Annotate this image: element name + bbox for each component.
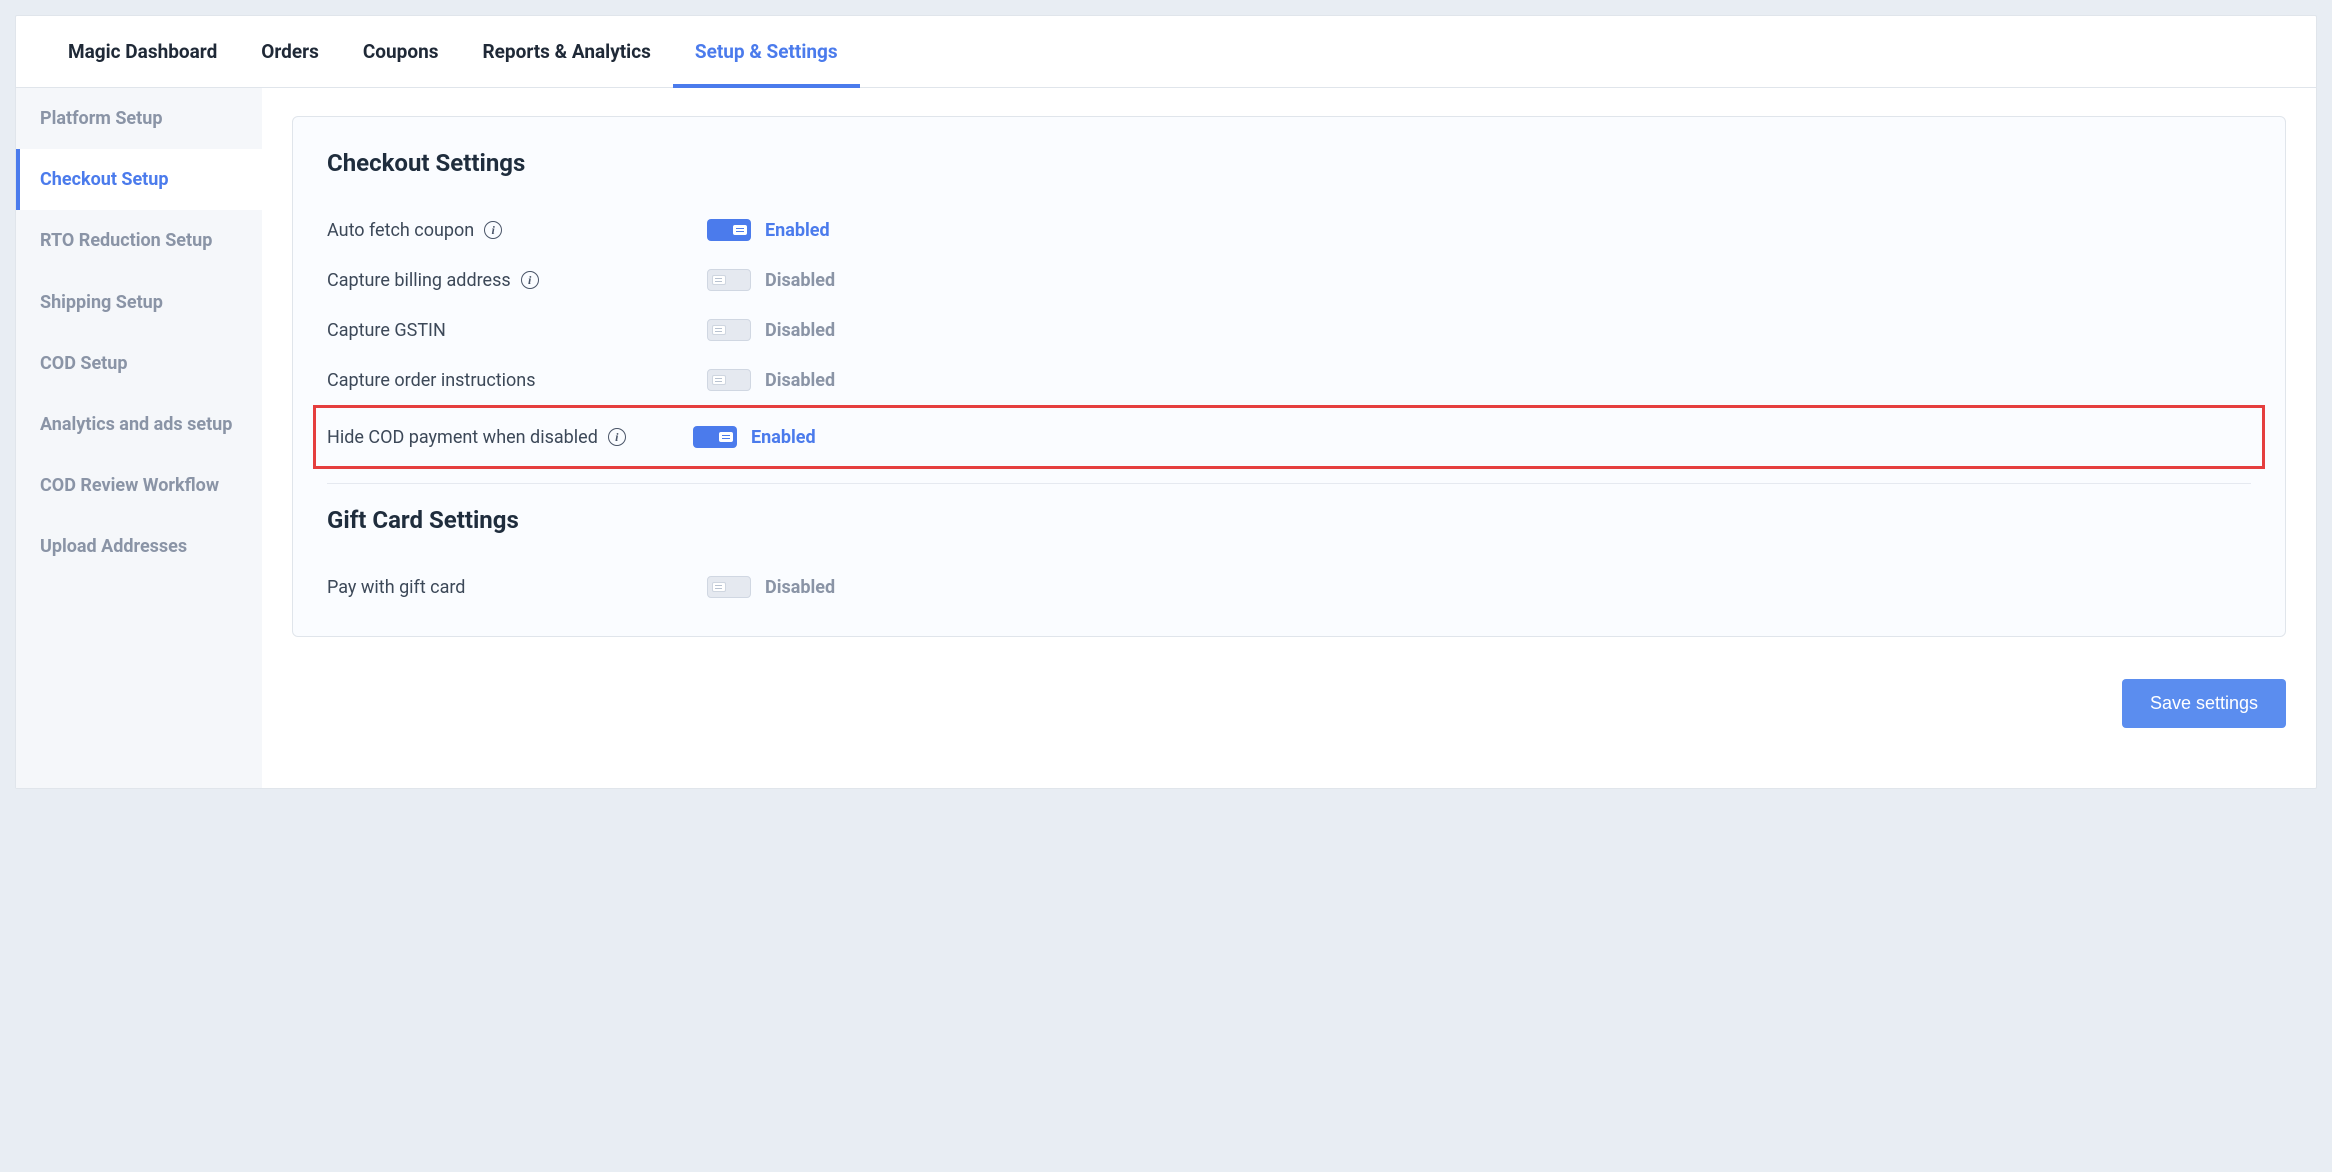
row-hide-cod: Hide COD payment when disabled i Enabled [327, 412, 2251, 462]
info-icon[interactable]: i [608, 428, 626, 446]
sidebar-item-cod-setup[interactable]: COD Setup [16, 333, 262, 394]
row-capture-billing: Capture billing address i Disabled [327, 255, 2251, 305]
checkout-settings-title: Checkout Settings [327, 149, 2251, 177]
sidebar-item-rto-reduction[interactable]: RTO Reduction Setup [16, 210, 262, 271]
top-tabs: Magic Dashboard Orders Coupons Reports &… [16, 16, 2316, 88]
label-capture-billing: Capture billing address [327, 270, 511, 291]
sidebar-item-checkout-setup[interactable]: Checkout Setup [16, 149, 262, 210]
save-settings-button[interactable]: Save settings [2122, 679, 2286, 728]
gift-card-settings-title: Gift Card Settings [327, 506, 2251, 534]
status-capture-gstin: Disabled [765, 320, 835, 341]
toggle-pay-with-gift-card[interactable] [707, 576, 751, 598]
label-capture-instructions: Capture order instructions [327, 370, 536, 391]
toggle-capture-gstin[interactable] [707, 319, 751, 341]
status-capture-billing: Disabled [765, 270, 835, 291]
sidebar-item-upload-addresses[interactable]: Upload Addresses [16, 516, 262, 577]
label-pay-with-gift-card: Pay with gift card [327, 577, 465, 598]
tab-coupons[interactable]: Coupons [341, 16, 461, 87]
status-capture-instructions: Disabled [765, 370, 835, 391]
sidebar: Platform Setup Checkout Setup RTO Reduct… [16, 88, 262, 788]
body-wrapper: Platform Setup Checkout Setup RTO Reduct… [16, 88, 2316, 788]
settings-card: Checkout Settings Auto fetch coupon i En… [292, 116, 2286, 637]
label-hide-cod: Hide COD payment when disabled [327, 427, 598, 448]
label-auto-fetch-coupon: Auto fetch coupon [327, 220, 474, 241]
section-divider [327, 483, 2251, 484]
footer-actions: Save settings [292, 679, 2286, 728]
tab-orders[interactable]: Orders [239, 16, 341, 87]
sidebar-item-cod-review-workflow[interactable]: COD Review Workflow [16, 455, 262, 516]
sidebar-item-shipping-setup[interactable]: Shipping Setup [16, 272, 262, 333]
tab-magic-dashboard[interactable]: Magic Dashboard [46, 16, 239, 87]
highlight-box: Hide COD payment when disabled i Enabled [313, 405, 2265, 469]
status-auto-fetch-coupon: Enabled [765, 220, 830, 241]
info-icon[interactable]: i [484, 221, 502, 239]
row-auto-fetch-coupon: Auto fetch coupon i Enabled [327, 205, 2251, 255]
tab-setup-settings[interactable]: Setup & Settings [673, 16, 860, 87]
toggle-auto-fetch-coupon[interactable] [707, 219, 751, 241]
row-capture-gstin: Capture GSTIN Disabled [327, 305, 2251, 355]
info-icon[interactable]: i [521, 271, 539, 289]
sidebar-item-platform-setup[interactable]: Platform Setup [16, 88, 262, 149]
label-capture-gstin: Capture GSTIN [327, 320, 446, 341]
tab-reports-analytics[interactable]: Reports & Analytics [460, 16, 672, 87]
row-capture-instructions: Capture order instructions Disabled [327, 355, 2251, 405]
toggle-capture-billing[interactable] [707, 269, 751, 291]
main-content: Checkout Settings Auto fetch coupon i En… [262, 88, 2316, 788]
app-container: Magic Dashboard Orders Coupons Reports &… [15, 15, 2317, 789]
status-hide-cod: Enabled [751, 427, 816, 448]
toggle-hide-cod[interactable] [693, 426, 737, 448]
toggle-capture-instructions[interactable] [707, 369, 751, 391]
status-pay-with-gift-card: Disabled [765, 577, 835, 598]
row-pay-with-gift-card: Pay with gift card Disabled [327, 562, 2251, 612]
sidebar-item-analytics-ads[interactable]: Analytics and ads setup [16, 394, 262, 455]
